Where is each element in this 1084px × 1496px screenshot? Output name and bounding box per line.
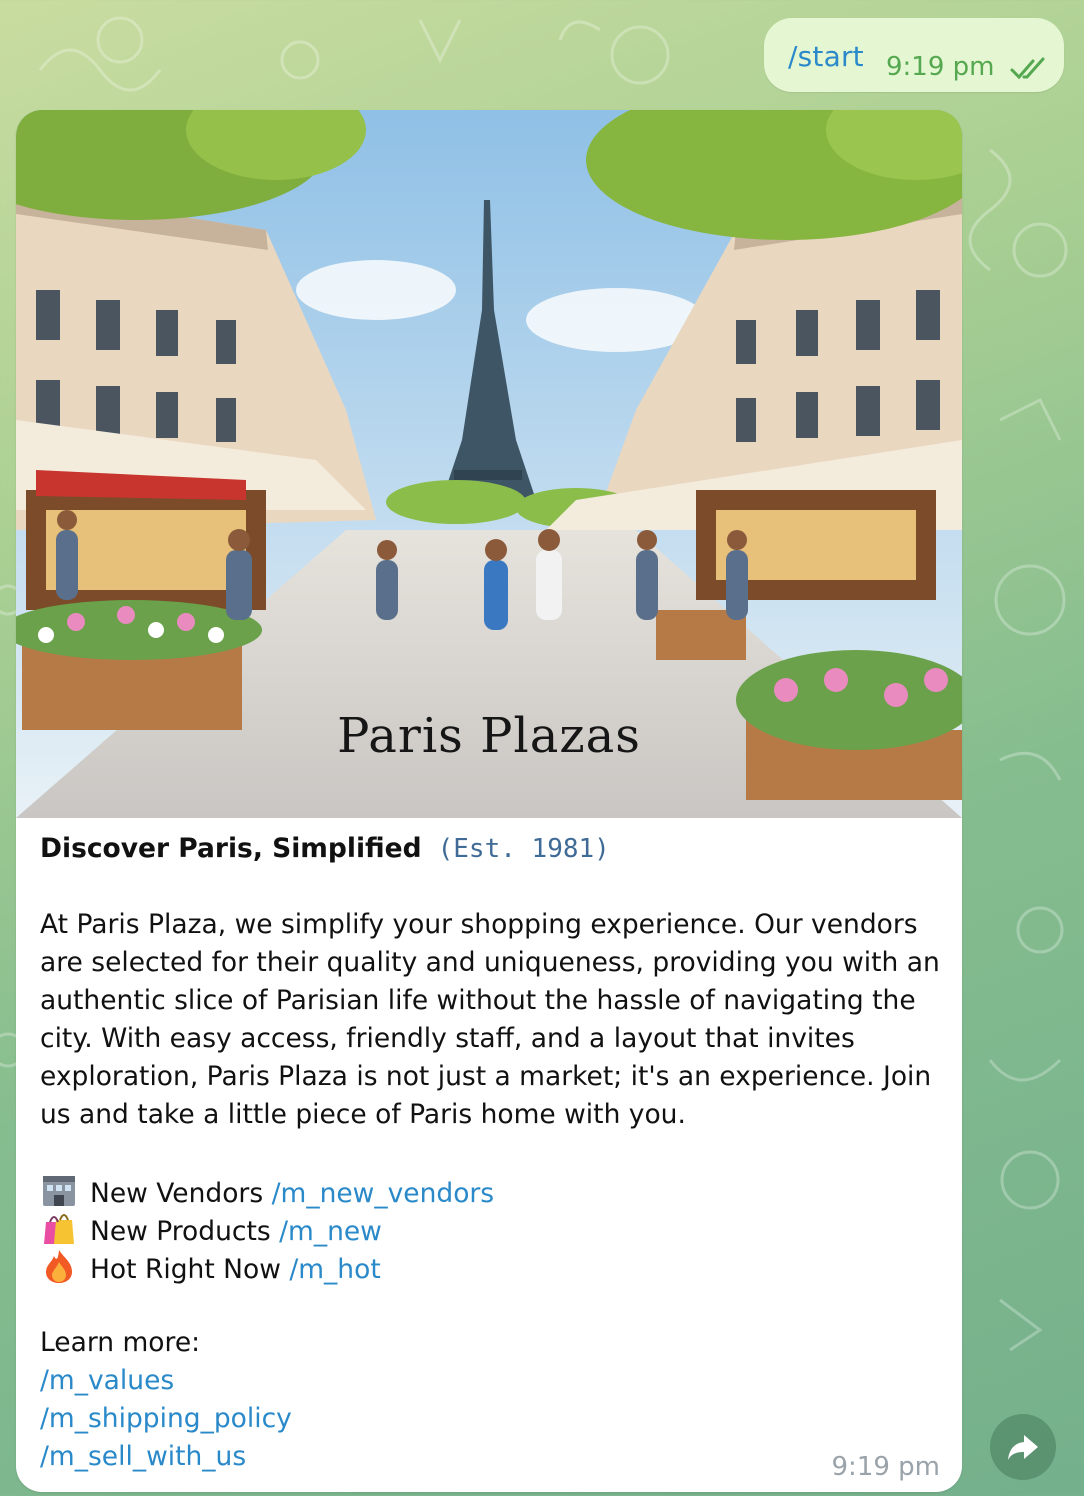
- command-link-values[interactable]: /m_values: [40, 1362, 940, 1400]
- menu-label: New Vendors: [90, 1178, 264, 1209]
- paragraph-line: exploration, Paris Plaza is not just a m…: [40, 1061, 932, 1092]
- paragraph-line: city. With easy access, friendly staff, …: [40, 1023, 855, 1054]
- paragraph-line: At Paris Plaza, we simplify your shoppin…: [40, 909, 918, 940]
- menu-label: Hot Right Now: [90, 1254, 281, 1285]
- forward-button[interactable]: [990, 1414, 1056, 1480]
- message-headline: Discover Paris, Simplified (Est. 1981): [40, 830, 940, 868]
- paragraph-line: authentic slice of Parisian life without…: [40, 985, 916, 1016]
- paris-plazas-illustration[interactable]: Paris Plazas: [16, 110, 962, 818]
- description-paragraph: At Paris Plaza, we simplify your shoppin…: [40, 906, 940, 1134]
- headline-code[interactable]: (Est. 1981): [438, 830, 610, 868]
- command-link-new-products[interactable]: /m_new: [279, 1216, 382, 1247]
- outgoing-message-bubble[interactable]: /start 9:19 pm: [764, 18, 1064, 92]
- command-link-hot[interactable]: /m_hot: [289, 1254, 380, 1285]
- photo-caption: Paris Plazas: [337, 708, 641, 764]
- paragraph-line: us and take a little piece of Paris home…: [40, 1099, 686, 1130]
- outgoing-timestamp: 9:19 pm: [886, 52, 995, 82]
- command-link-sell-with-us[interactable]: /m_sell_with_us: [40, 1438, 940, 1476]
- outgoing-command-link[interactable]: /start: [788, 40, 864, 73]
- menu-item-new-products: New Products /m_new: [40, 1210, 940, 1248]
- learn-more-label: Learn more:: [40, 1327, 201, 1358]
- forward-arrow-icon: [1008, 1435, 1038, 1460]
- headline-title: Discover Paris, Simplified: [40, 833, 422, 864]
- paragraph-line: are selected for their quality and uniqu…: [40, 947, 940, 978]
- command-link-new-vendors[interactable]: /m_new_vendors: [272, 1178, 495, 1209]
- message-text: Discover Paris, Simplified (Est. 1981) A…: [40, 830, 940, 1476]
- command-link-shipping-policy[interactable]: /m_shipping_policy: [40, 1400, 940, 1438]
- incoming-timestamp: 9:19 pm: [831, 1452, 940, 1482]
- menu-item-new-vendors: New Vendors /m_new_vendors: [40, 1172, 940, 1210]
- double-check-icon: [1010, 57, 1045, 80]
- fire-emoji-icon: [46, 1250, 72, 1283]
- incoming-message-bubble: Paris Plazas Discover Paris, Simplified …: [16, 110, 962, 1492]
- menu-item-hot-right-now: Hot Right Now /m_hot: [40, 1248, 940, 1286]
- storefront-emoji-icon: [43, 1176, 75, 1206]
- shopping-bags-emoji-icon: [44, 1214, 74, 1244]
- menu-label: New Products: [90, 1216, 271, 1247]
